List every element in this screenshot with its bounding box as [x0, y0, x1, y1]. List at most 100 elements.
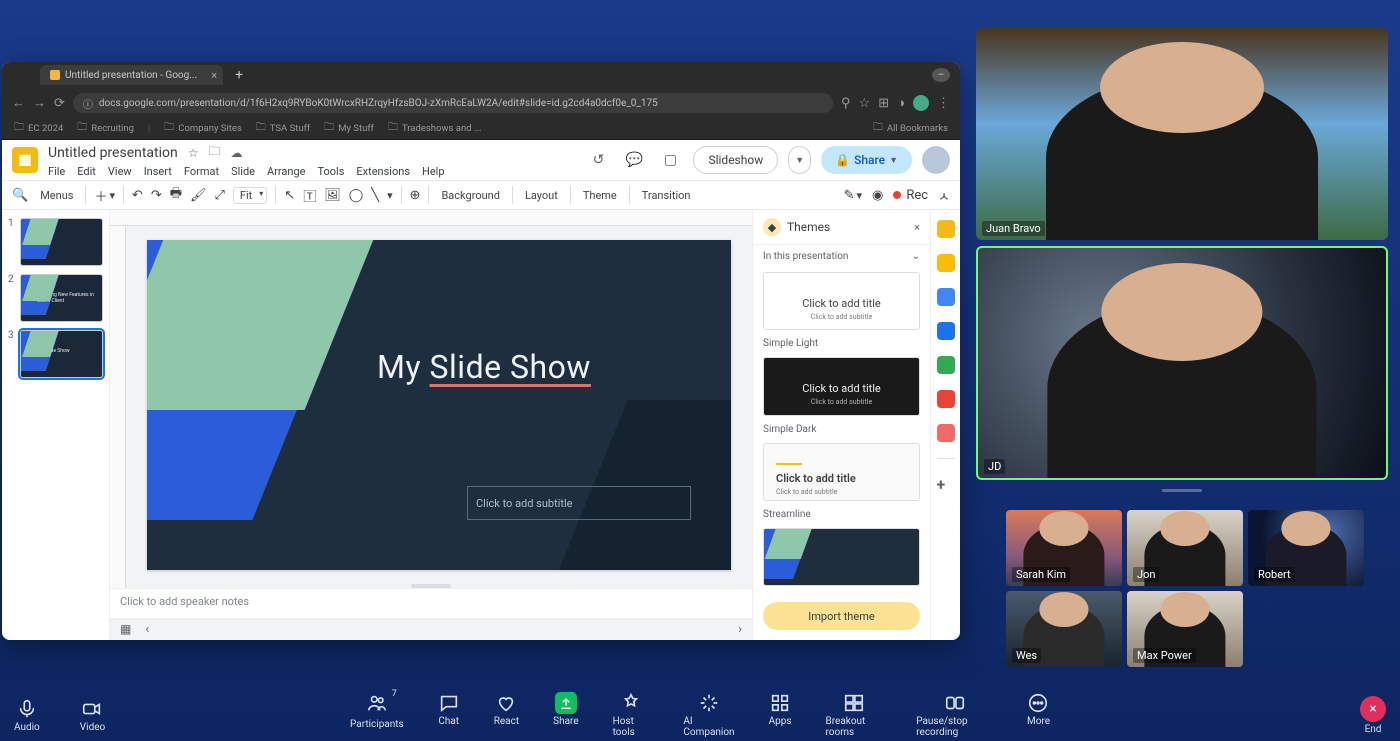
menu-tools[interactable]: Tools: [317, 165, 344, 178]
theme-option-streamline[interactable]: Click to add titleClick to add subtitle: [763, 443, 920, 501]
calendar-icon[interactable]: [937, 220, 955, 238]
menus-button[interactable]: Menus: [36, 189, 77, 202]
slide-thumb-3[interactable]: My Slide Show: [20, 330, 103, 378]
menu-arrange[interactable]: Arrange: [267, 165, 305, 178]
redo-icon[interactable]: ↷: [151, 188, 162, 203]
comments-icon[interactable]: 💬: [621, 147, 647, 173]
video-button[interactable]: Video: [80, 698, 105, 733]
menu-extensions[interactable]: Extensions: [356, 165, 410, 178]
line-tool-icon[interactable]: ╲: [371, 188, 379, 203]
theme-button[interactable]: Theme: [579, 189, 621, 202]
more-button[interactable]: More: [1027, 692, 1050, 738]
chat-button[interactable]: Chat: [438, 692, 460, 738]
menu-file[interactable]: File: [48, 165, 65, 178]
reload-icon[interactable]: ⟳: [54, 96, 65, 111]
bookmark-folder[interactable]: TSA Stuff: [256, 120, 310, 137]
slideshow-button[interactable]: Slideshow: [693, 146, 778, 174]
bookmark-star-icon[interactable]: ☆: [859, 96, 871, 111]
textbox-tool-icon[interactable]: 🅃: [303, 186, 316, 205]
menu-slide[interactable]: Slide: [231, 165, 255, 178]
speaker-notes-input[interactable]: Click to add speaker notes: [110, 588, 752, 618]
video-thumb[interactable]: Robert: [1248, 510, 1364, 586]
slide-canvas[interactable]: My Slide Show Click to add subtitle: [147, 240, 731, 570]
video-tile-active-speaker[interactable]: JD: [976, 246, 1388, 480]
new-tab-button[interactable]: +: [229, 67, 249, 83]
zoom-level-select[interactable]: Fit: [233, 187, 267, 204]
breakout-rooms-button[interactable]: Breakout rooms: [826, 692, 883, 738]
apps-button[interactable]: Apps: [769, 692, 792, 738]
shape-tool-icon[interactable]: ◯: [349, 188, 364, 203]
history-icon[interactable]: ↺: [585, 147, 611, 173]
bookmark-folder[interactable]: EC 2024: [14, 120, 63, 137]
slides-logo-icon[interactable]: ▦: [12, 147, 38, 173]
video-thumb[interactable]: Wes: [1006, 591, 1122, 667]
back-icon[interactable]: ←: [12, 95, 25, 111]
end-meeting-button[interactable]: × End: [1360, 696, 1386, 735]
theme-option-simple-light[interactable]: Click to add titleClick to add subtitle: [763, 272, 920, 330]
close-icon[interactable]: ×: [211, 69, 217, 82]
bookmark-folder[interactable]: Company Sites: [164, 120, 242, 137]
prev-slide-icon[interactable]: ‹: [145, 622, 149, 637]
print-icon[interactable]: 🖶: [170, 184, 182, 206]
maps-icon[interactable]: [937, 356, 955, 374]
menu-help[interactable]: Help: [422, 165, 445, 178]
grid-view-icon[interactable]: ▦: [120, 622, 131, 637]
rec-button[interactable]: Rec: [893, 188, 928, 203]
theme-option-simple-dark[interactable]: Click to add titleClick to add subtitle: [763, 357, 920, 415]
bookmark-folder[interactable]: Recruiting: [77, 120, 134, 137]
search-icon[interactable]: 🔍: [12, 188, 28, 203]
bookmark-folder[interactable]: Tradeshows and ...: [388, 120, 482, 137]
move-icon[interactable]: 🗀: [209, 142, 221, 163]
close-icon[interactable]: ×: [914, 221, 920, 234]
all-bookmarks[interactable]: All Bookmarks: [873, 120, 948, 137]
undo-icon[interactable]: ↶: [132, 188, 143, 203]
addon-icon[interactable]: [937, 390, 955, 408]
record-button[interactable]: Pause/stop recording: [916, 692, 993, 738]
layout-button[interactable]: Layout: [521, 189, 562, 202]
transition-button[interactable]: Transition: [638, 189, 695, 202]
gallery-resize-handle[interactable]: [976, 486, 1388, 494]
extensions-icon[interactable]: ⊞: [878, 96, 889, 111]
audio-button[interactable]: Audio: [14, 698, 40, 733]
cloud-status-icon[interactable]: ☁: [231, 146, 243, 160]
meet-icon[interactable]: ▢: [657, 147, 683, 173]
subtitle-placeholder[interactable]: Click to add subtitle: [467, 486, 691, 520]
camera-icon[interactable]: ◉: [872, 188, 883, 203]
ai-companion-button[interactable]: AI Companion: [683, 692, 734, 738]
line-dropdown-icon[interactable]: ▾: [387, 189, 392, 202]
new-slide-button[interactable]: ＋▾: [94, 186, 114, 205]
menu-format[interactable]: Format: [184, 165, 219, 178]
toolbar-collapse-icon[interactable]: ㅅ: [938, 186, 950, 205]
video-thumb[interactable]: Jon: [1127, 510, 1243, 586]
browser-profile-avatar[interactable]: [913, 95, 929, 111]
import-theme-button[interactable]: Import theme: [763, 602, 920, 630]
bookmark-folder[interactable]: My Stuff: [324, 120, 374, 137]
browser-menu-icon[interactable]: ⋮: [937, 96, 950, 111]
image-tool-icon[interactable]: 🖼: [324, 188, 341, 203]
search-omnibox-icon[interactable]: ⚲: [841, 96, 851, 111]
share-button[interactable]: 🔒Share▼: [821, 146, 912, 174]
pen-icon[interactable]: ✎▾: [844, 188, 862, 203]
notes-resize-handle[interactable]: [411, 584, 451, 588]
keep-icon[interactable]: [937, 254, 955, 272]
site-info-icon[interactable]: ⓘ: [83, 96, 93, 111]
contacts-icon[interactable]: [937, 322, 955, 340]
cursor-tool-icon[interactable]: ↖: [284, 188, 295, 203]
menu-view[interactable]: View: [108, 165, 132, 178]
share-screen-button[interactable]: Share: [553, 692, 578, 738]
video-tile-large[interactable]: Juan Bravo: [976, 28, 1388, 240]
tasks-icon[interactable]: [937, 288, 955, 306]
slideshow-dropdown[interactable]: ▼: [788, 146, 811, 174]
paint-format-icon[interactable]: 🖌: [190, 188, 207, 203]
forward-icon[interactable]: →: [33, 95, 46, 111]
comment-add-icon[interactable]: ⊕: [410, 188, 421, 203]
host-tools-button[interactable]: Host tools: [613, 692, 650, 738]
menu-edit[interactable]: Edit: [77, 165, 96, 178]
star-icon[interactable]: ☆: [188, 146, 199, 160]
themes-scope-select[interactable]: In this presentation⌄: [753, 245, 930, 268]
slide-thumb-1[interactable]: [20, 218, 103, 266]
user-avatar[interactable]: [922, 146, 950, 174]
browser-tab[interactable]: Untitled presentation - Goog... ×: [40, 65, 223, 85]
theme-option-focus[interactable]: Click to add title: [763, 528, 920, 586]
add-addon-icon[interactable]: +: [937, 475, 955, 493]
